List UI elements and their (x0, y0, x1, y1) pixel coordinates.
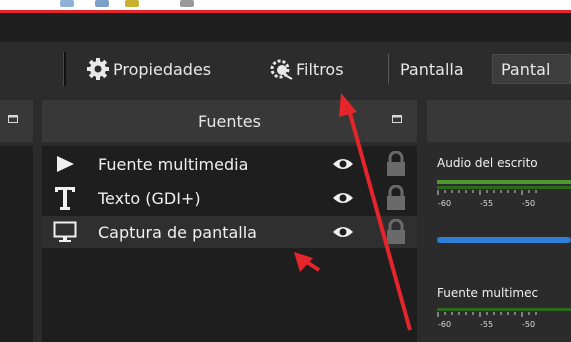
toolbar-grip[interactable] (63, 52, 66, 86)
scenes-panel-header (0, 100, 33, 142)
sources-panel-header: Fuentes (42, 100, 417, 142)
filters-label: Filtros (296, 59, 344, 79)
volume-meter (437, 186, 571, 189)
text-icon (52, 185, 78, 211)
undock-icon[interactable] (8, 115, 18, 123)
pantalla-tab-2[interactable]: Pantal (492, 54, 571, 84)
sources-panel: Fuentes Fuente multimedia Texto (GDI+) C… (42, 100, 417, 342)
mixer-channel-name: Audio del escrito (437, 156, 538, 170)
meter-tick-label: -55 (480, 199, 494, 208)
monitor-icon (52, 219, 78, 245)
audio-mixer-body: Audio del escrito -60 -55 -50 Fuente mul… (427, 146, 571, 342)
undock-icon[interactable] (392, 115, 402, 123)
toolbar-separator (388, 54, 389, 84)
dock-panels: Fuentes Fuente multimedia Texto (GDI+) C… (0, 100, 571, 342)
audio-mixer-header (427, 100, 571, 142)
sources-list: Fuente multimedia Texto (GDI+) Captura d… (42, 146, 417, 342)
meter-tick-label: -50 (522, 199, 536, 208)
pantalla-label: Pantalla (400, 59, 464, 79)
source-item-label: Fuente multimedia (98, 154, 249, 174)
title-band (0, 13, 571, 42)
eye-icon[interactable] (332, 187, 354, 209)
pantalla-tab[interactable]: Pantalla (400, 54, 464, 84)
meter-tick-label: -50 (522, 320, 536, 329)
lock-icon[interactable] (385, 185, 407, 211)
source-item[interactable]: Captura de pantalla (42, 216, 417, 248)
properties-button[interactable]: Propiedades (86, 54, 211, 84)
properties-label: Propiedades (113, 59, 212, 79)
source-item-label: Captura de pantalla (98, 222, 257, 242)
meter-tick-label: -60 (438, 199, 452, 208)
volume-meter (437, 180, 571, 184)
folder-icon (95, 0, 109, 7)
app-icon (180, 0, 194, 7)
volume-slider[interactable] (437, 237, 571, 243)
app-icon (60, 0, 74, 7)
app-icon (125, 0, 139, 7)
sources-panel-title: Fuentes (198, 111, 261, 131)
title-bar (0, 0, 571, 10)
source-toolbar: Propiedades Filtros Pantalla Pantal (0, 42, 571, 97)
pantalla-label-2: Pantal (501, 59, 551, 79)
volume-meter (437, 308, 571, 311)
scenes-list[interactable] (0, 146, 33, 342)
lock-icon[interactable] (385, 151, 407, 177)
scenes-panel (0, 100, 33, 342)
meter-tick-label: -55 (480, 320, 494, 329)
meter-ticks (437, 312, 537, 317)
filters-button[interactable]: Filtros (268, 54, 344, 84)
filter-icon (268, 57, 294, 81)
source-item[interactable]: Fuente multimedia (42, 148, 417, 180)
meter-ticks (437, 190, 537, 195)
source-item-label: Texto (GDI+) (98, 188, 201, 208)
lock-icon[interactable] (385, 219, 407, 245)
eye-icon[interactable] (332, 153, 354, 175)
play-icon (52, 151, 78, 177)
gear-icon (86, 57, 110, 81)
source-item[interactable]: Texto (GDI+) (42, 182, 417, 214)
meter-tick-label: -60 (438, 320, 452, 329)
eye-icon[interactable] (332, 221, 354, 243)
audio-mixer-panel: Audio del escrito -60 -55 -50 Fuente mul… (427, 100, 571, 342)
mixer-channel-name: Fuente multimec (437, 286, 539, 300)
